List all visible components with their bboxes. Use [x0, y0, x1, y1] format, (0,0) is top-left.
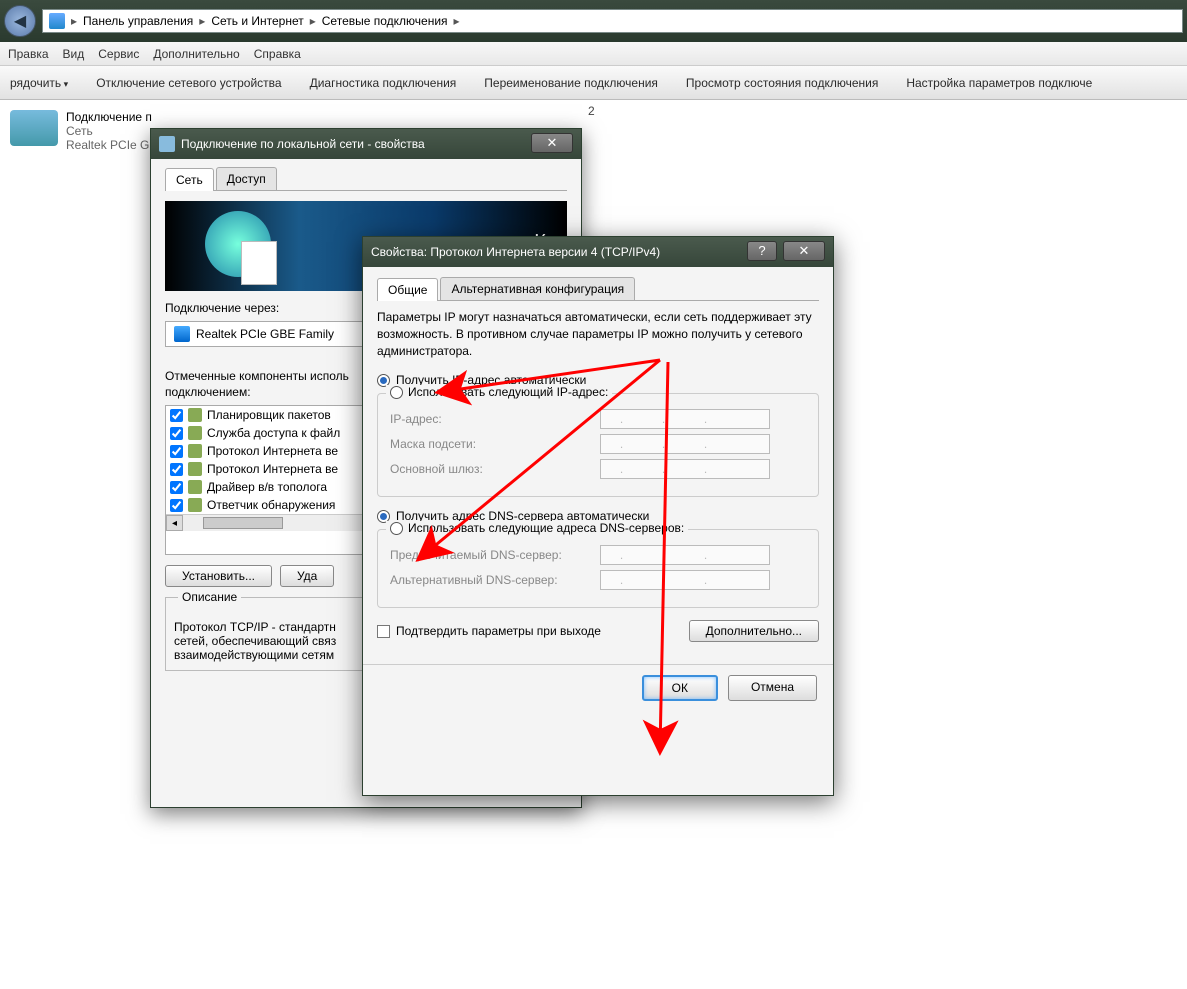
- component-checkbox[interactable]: [170, 409, 183, 422]
- radio-icon[interactable]: [390, 386, 403, 399]
- menu-view[interactable]: Вид: [63, 47, 85, 61]
- dialog-titlebar[interactable]: Подключение по локальной сети - свойства…: [151, 129, 581, 159]
- component-label[interactable]: Протокол Интернета ве: [207, 444, 338, 458]
- breadcrumb-sep-icon: ▸: [199, 14, 205, 28]
- extra-badge: 2: [588, 104, 595, 118]
- checklist-icon: [241, 241, 277, 285]
- component-checkbox[interactable]: [170, 481, 183, 494]
- component-icon: [188, 444, 202, 458]
- adapter-name: Realtek PCIe GBE Family: [196, 327, 334, 341]
- toolbar-rename[interactable]: Переименование подключения: [484, 76, 658, 90]
- component-icon: [188, 462, 202, 476]
- dns-manual-label: Использовать следующие адреса DNS-сервер…: [408, 521, 684, 535]
- dns-pref-input[interactable]: ...: [600, 545, 770, 565]
- nic-icon: [174, 326, 190, 342]
- ip-manual-label: Использовать следующий IP-адрес:: [408, 385, 608, 399]
- toolbar-diagnostic[interactable]: Диагностика подключения: [310, 76, 457, 90]
- description-legend: Описание: [178, 590, 241, 604]
- toolbar-settings[interactable]: Настройка параметров подключе: [906, 76, 1092, 90]
- tabs: Общие Альтернативная конфигурация: [377, 277, 819, 301]
- connection-name: Подключение п: [66, 110, 165, 124]
- subnet-label: Маска подсети:: [390, 437, 600, 451]
- radio-icon[interactable]: [390, 522, 403, 535]
- dialog-title-text: Подключение по локальной сети - свойства: [181, 137, 425, 151]
- dns-manual-group: Использовать следующие адреса DNS-сервер…: [377, 529, 819, 608]
- tab-general[interactable]: Общие: [377, 278, 438, 301]
- dns-manual-radio-row[interactable]: Использовать следующие адреса DNS-сервер…: [386, 521, 688, 535]
- dialog-titlebar[interactable]: Свойства: Протокол Интернета версии 4 (T…: [363, 237, 833, 267]
- toolbar-disable-device[interactable]: Отключение сетевого устройства: [96, 76, 281, 90]
- component-icon: [188, 498, 202, 512]
- checkbox-icon[interactable]: [377, 625, 390, 638]
- nav-back-button[interactable]: ◀: [4, 5, 36, 37]
- help-button[interactable]: ?: [747, 241, 777, 261]
- component-label[interactable]: Планировщик пакетов: [207, 408, 331, 422]
- gateway-input[interactable]: ...: [600, 459, 770, 479]
- component-label[interactable]: Протокол Интернета ве: [207, 462, 338, 476]
- component-icon: [188, 408, 202, 422]
- tab-access[interactable]: Доступ: [216, 167, 277, 190]
- component-checkbox[interactable]: [170, 445, 183, 458]
- breadcrumb-sep-icon: ▸: [71, 14, 77, 28]
- install-button[interactable]: Установить...: [165, 565, 272, 587]
- confirm-exit-label: Подтвердить параметры при выходе: [396, 624, 601, 638]
- breadcrumb-sep-icon: ▸: [310, 14, 316, 28]
- dns-alt-label: Альтернативный DNS-сервер:: [390, 573, 600, 587]
- address-bar-row: ◀ ▸ Панель управления ▸ Сеть и Интернет …: [0, 0, 1187, 42]
- ok-button[interactable]: ОК: [642, 675, 718, 701]
- tab-network[interactable]: Сеть: [165, 168, 214, 191]
- ipv4-properties-dialog: Свойства: Протокол Интернета версии 4 (T…: [362, 236, 834, 796]
- network-adapter-icon: [10, 110, 58, 146]
- component-checkbox[interactable]: [170, 499, 183, 512]
- intro-text: Параметры IP могут назначаться автоматич…: [377, 309, 819, 359]
- menu-more[interactable]: Дополнительно: [153, 47, 239, 61]
- component-icon: [188, 426, 202, 440]
- toolbar-organize[interactable]: рядочить: [10, 76, 68, 90]
- breadcrumb-item[interactable]: Сетевые подключения: [322, 14, 448, 28]
- menu-help[interactable]: Справка: [254, 47, 301, 61]
- toolbar-status[interactable]: Просмотр состояния подключения: [686, 76, 878, 90]
- menu-service[interactable]: Сервис: [98, 47, 139, 61]
- breadcrumb-sep-icon: ▸: [454, 14, 460, 28]
- dialog-icon: [159, 136, 175, 152]
- menu-edit[interactable]: Правка: [8, 47, 49, 61]
- component-icon: [188, 480, 202, 494]
- advanced-button[interactable]: Дополнительно...: [689, 620, 819, 642]
- dialog-body: Общие Альтернативная конфигурация Параме…: [363, 267, 833, 664]
- toolbar: рядочить Отключение сетевого устройства …: [0, 66, 1187, 100]
- ip-manual-radio-row[interactable]: Использовать следующий IP-адрес:: [386, 385, 612, 399]
- menu-bar: Правка Вид Сервис Дополнительно Справка: [0, 42, 1187, 66]
- dialog-footer: ОК Отмена: [363, 664, 833, 711]
- close-button[interactable]: ✕: [531, 133, 573, 153]
- component-checkbox[interactable]: [170, 463, 183, 476]
- scroll-left-button[interactable]: ◂: [166, 515, 183, 531]
- breadcrumb-item[interactable]: Панель управления: [83, 14, 193, 28]
- ip-address-label: IP-адрес:: [390, 412, 600, 426]
- gateway-label: Основной шлюз:: [390, 462, 600, 476]
- ip-manual-group: Использовать следующий IP-адрес: IP-адре…: [377, 393, 819, 497]
- component-label[interactable]: Служба доступа к файл: [207, 426, 340, 440]
- dns-pref-label: Предпочитаемый DNS-сервер:: [390, 548, 600, 562]
- ip-address-input[interactable]: ...: [600, 409, 770, 429]
- component-label[interactable]: Драйвер в/в тополога: [207, 480, 327, 494]
- subnet-input[interactable]: ...: [600, 434, 770, 454]
- tab-alt-config[interactable]: Альтернативная конфигурация: [440, 277, 635, 300]
- close-button[interactable]: ✕: [783, 241, 825, 261]
- component-checkbox[interactable]: [170, 427, 183, 440]
- dialog-title-text: Свойства: Протокол Интернета версии 4 (T…: [371, 245, 660, 259]
- computer-icon: [49, 13, 65, 29]
- tabs: Сеть Доступ: [165, 167, 567, 191]
- component-label[interactable]: Ответчик обнаружения: [207, 498, 335, 512]
- uninstall-button[interactable]: Уда: [280, 565, 334, 587]
- dns-alt-input[interactable]: ...: [600, 570, 770, 590]
- cancel-button[interactable]: Отмена: [728, 675, 817, 701]
- breadcrumb-item[interactable]: Сеть и Интернет: [211, 14, 303, 28]
- scroll-thumb[interactable]: [203, 517, 283, 529]
- breadcrumb-bar[interactable]: ▸ Панель управления ▸ Сеть и Интернет ▸ …: [42, 9, 1183, 33]
- confirm-exit-row[interactable]: Подтвердить параметры при выходе Дополни…: [377, 620, 819, 642]
